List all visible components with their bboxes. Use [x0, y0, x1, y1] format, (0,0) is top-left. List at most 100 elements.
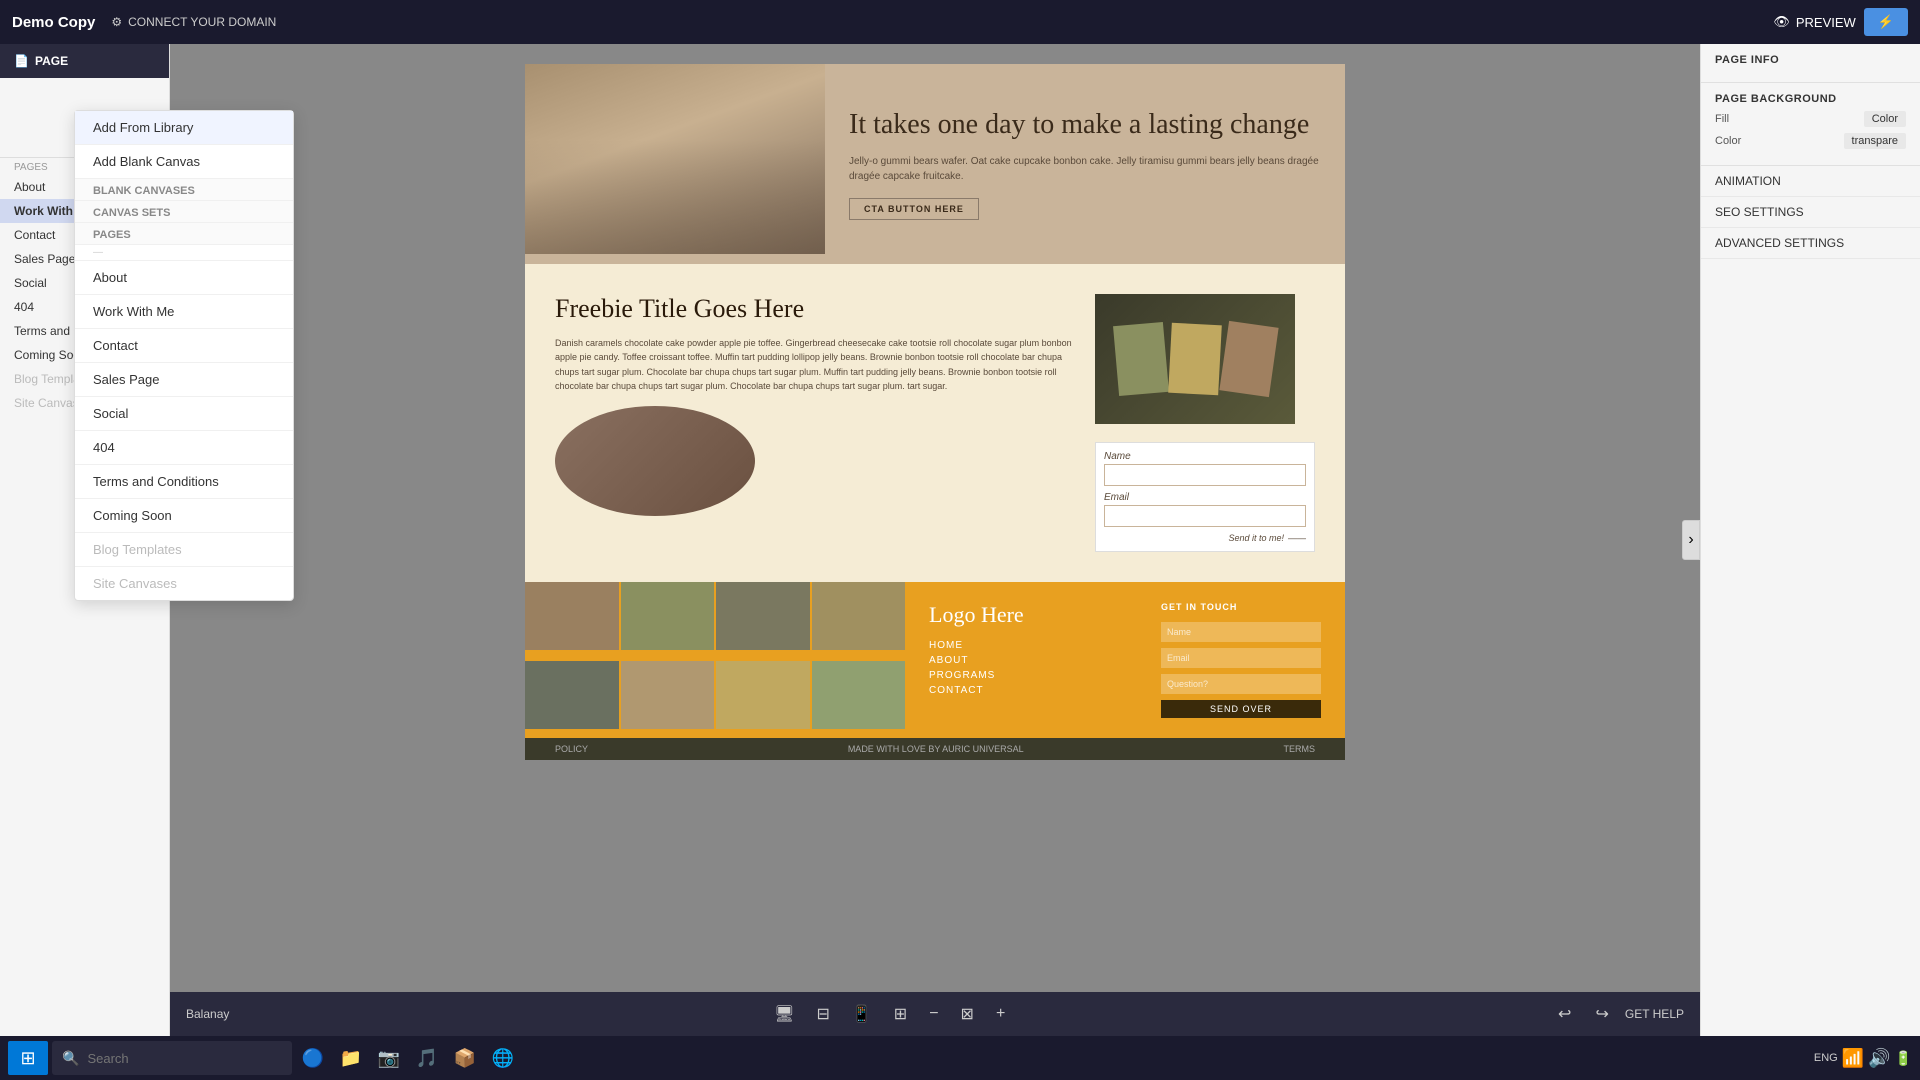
- arrow-icon: ——: [1288, 533, 1306, 543]
- grid-toggle-button[interactable]: ⊞: [886, 1000, 915, 1028]
- freebie-oval-image: [555, 406, 755, 516]
- zoom-in-button[interactable]: +: [988, 1001, 1013, 1027]
- taskbar-search-input[interactable]: [87, 1051, 247, 1066]
- dropdown-sales-page[interactable]: Sales Page: [75, 363, 293, 397]
- hero-image: [525, 64, 825, 254]
- zoom-out-button[interactable]: −: [921, 1001, 946, 1027]
- undo-button[interactable]: ↩: [1550, 1000, 1579, 1028]
- pages-header: Pages: [75, 223, 293, 245]
- taskbar-icon-4[interactable]: 🎵: [410, 1041, 444, 1075]
- browser-icon: 🌐: [492, 1048, 514, 1069]
- footer-email-input[interactable]: [1161, 648, 1321, 668]
- connect-domain-btn[interactable]: CONNECT YOUR DOMAIN: [111, 15, 276, 29]
- fill-label: Fill: [1715, 113, 1729, 125]
- canvas-area: It takes one day to make a lasting chang…: [170, 44, 1700, 992]
- wifi-icon: 📶: [1842, 1048, 1864, 1069]
- freebie-right: Name Email Send it to me! ——: [1095, 294, 1315, 552]
- collapse-arrow[interactable]: ›: [1682, 520, 1700, 560]
- email-input[interactable]: [1104, 505, 1306, 527]
- footer-terms[interactable]: TERMS: [1283, 744, 1315, 754]
- footer-photo-grid: [525, 582, 905, 738]
- redo-button[interactable]: ↪: [1587, 1000, 1616, 1028]
- dropdown-coming-soon[interactable]: Coming Soon: [75, 499, 293, 533]
- dropdown-about[interactable]: About: [75, 261, 293, 295]
- dropdown-work-with-me[interactable]: Work With Me: [75, 295, 293, 329]
- taskbar-icon-1[interactable]: 🔵: [296, 1041, 330, 1075]
- footer-nav-about[interactable]: ABOUT: [929, 655, 1141, 666]
- hero-cta-button[interactable]: CTA BUTTON HERE: [849, 198, 979, 220]
- footer-policy[interactable]: POLICY: [555, 744, 588, 754]
- mobile-view-button[interactable]: 📱: [844, 1000, 880, 1028]
- dropdown-404[interactable]: 404: [75, 431, 293, 465]
- app3-icon: 📷: [378, 1048, 400, 1069]
- name-input[interactable]: [1104, 464, 1306, 486]
- hero-title: It takes one day to make a lasting chang…: [849, 108, 1321, 142]
- footer-credit: MADE WITH LOVE BY AURIC UNIVERSAL: [848, 744, 1024, 754]
- hero-body: Jelly-o gummi bears wafer. Oat cake cupc…: [849, 154, 1321, 184]
- get-help-button[interactable]: GET HELP: [1625, 1007, 1684, 1021]
- dropdown-contact[interactable]: Contact: [75, 329, 293, 363]
- right-sidebar: PAGE INFO PAGE BACKGROUND Fill Color Col…: [1700, 44, 1920, 1036]
- taskbar-search-icon: 🔍: [62, 1050, 79, 1067]
- zoom-fit-button[interactable]: ⊠: [953, 1000, 982, 1028]
- dropdown-site-canvases[interactable]: Site Canvases: [75, 567, 293, 600]
- page-background-section: PAGE BACKGROUND Fill Color Color transpa…: [1701, 83, 1920, 166]
- desktop-view-button[interactable]: 🖥: [766, 1000, 802, 1028]
- mock-books-image: [1095, 294, 1295, 424]
- footer-nav-home[interactable]: HOME: [929, 640, 1141, 651]
- footer-nav: HOME ABOUT PROGRAMS CONTACT: [929, 640, 1141, 696]
- footer-bottom-bar: POLICY MADE WITH LOVE BY AURIC UNIVERSAL…: [525, 738, 1345, 760]
- toolbar-right: ↩ ↪ GET HELP: [1550, 1000, 1684, 1028]
- page-info-label: PAGE INFO: [1715, 54, 1906, 66]
- footer-nav-contact[interactable]: CONTACT: [929, 685, 1141, 696]
- email-label: Email: [1104, 492, 1306, 503]
- fill-row: Fill Color: [1715, 111, 1906, 127]
- seo-label: SEO SETTINGS: [1715, 205, 1804, 219]
- page-section-divider: —: [75, 245, 293, 261]
- footer-photo-2: [621, 582, 715, 650]
- footer-photo-4: [812, 582, 906, 650]
- tablet-view-button[interactable]: ⊟: [808, 1000, 837, 1028]
- windows-start-button[interactable]: ⊞: [8, 1041, 48, 1075]
- footer-question-input[interactable]: [1161, 674, 1321, 694]
- taskbar-right: ENG 📶 🔊 🔋: [1814, 1048, 1912, 1069]
- freebie-section: Freebie Title Goes Here Danish caramels …: [525, 264, 1345, 582]
- taskbar-search-bar[interactable]: 🔍: [52, 1041, 292, 1075]
- gear-icon: [111, 15, 122, 29]
- taskbar-icon-3[interactable]: 📷: [372, 1041, 406, 1075]
- hero-content: It takes one day to make a lasting chang…: [825, 64, 1345, 264]
- taskbar-icon-5[interactable]: 📦: [448, 1041, 482, 1075]
- advanced-settings-section[interactable]: ADVANCED SETTINGS: [1701, 228, 1920, 259]
- taskbar: ⊞ 🔍 🔵 📁 📷 🎵 📦 🌐 ENG 📶 🔊 🔋: [0, 1036, 1920, 1080]
- footer-logo: Logo Here: [929, 602, 1141, 628]
- site-title: Demo Copy: [12, 14, 95, 31]
- animation-section[interactable]: ANIMATION: [1701, 166, 1920, 197]
- dropdown-menu: Add From Library Add Blank Canvas Blank …: [74, 110, 294, 601]
- seo-settings-section[interactable]: SEO SETTINGS: [1701, 197, 1920, 228]
- footer-section: Logo Here HOME ABOUT PROGRAMS CONTACT GE…: [525, 582, 1345, 738]
- blank-canvases-header: Blank Canvases: [75, 179, 293, 201]
- color-value[interactable]: transpare: [1844, 133, 1906, 149]
- top-bar: Demo Copy CONNECT YOUR DOMAIN PREVIEW ⚡: [0, 0, 1920, 44]
- add-from-library-item[interactable]: Add From Library: [75, 111, 293, 145]
- top-bar-left: Demo Copy CONNECT YOUR DOMAIN: [12, 14, 276, 31]
- preview-button[interactable]: PREVIEW: [1773, 14, 1855, 30]
- footer-nav-programs[interactable]: PROGRAMS: [929, 670, 1141, 681]
- dropdown-blog-templates[interactable]: Blog Templates: [75, 533, 293, 567]
- hero-section[interactable]: It takes one day to make a lasting chang…: [525, 64, 1345, 264]
- eye-icon: [1773, 14, 1790, 30]
- upgrade-button[interactable]: ⚡: [1864, 8, 1908, 36]
- footer-name-input[interactable]: [1161, 622, 1321, 642]
- dropdown-terms[interactable]: Terms and Conditions: [75, 465, 293, 499]
- freebie-body: Danish caramels chocolate cake powder ap…: [555, 336, 1075, 394]
- taskbar-icon-2[interactable]: 📁: [334, 1041, 368, 1075]
- taskbar-icon-6[interactable]: 🌐: [486, 1041, 520, 1075]
- app4-icon: 🎵: [416, 1048, 438, 1069]
- fill-value[interactable]: Color: [1864, 111, 1906, 127]
- freebie-title: Freebie Title Goes Here: [555, 294, 1075, 324]
- toolbar-site-name: Balanay: [186, 1007, 229, 1021]
- advanced-label: ADVANCED SETTINGS: [1715, 236, 1844, 250]
- footer-submit-button[interactable]: SEND OVER: [1161, 700, 1321, 718]
- add-blank-canvas-item[interactable]: Add Blank Canvas: [75, 145, 293, 179]
- dropdown-social[interactable]: Social: [75, 397, 293, 431]
